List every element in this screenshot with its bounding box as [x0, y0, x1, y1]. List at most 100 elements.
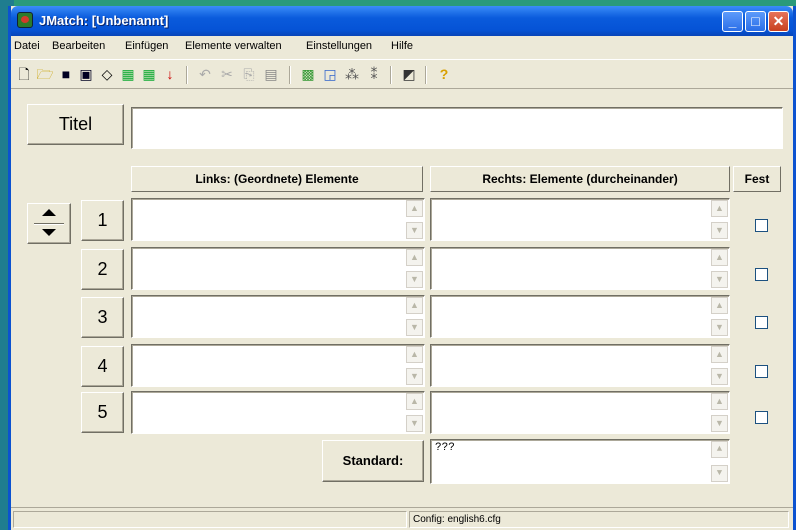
scroll-down-icon[interactable]: ▼: [711, 465, 728, 482]
left-item-input[interactable]: ▲ ▼: [131, 247, 425, 290]
left-item-input[interactable]: ▲ ▼: [131, 344, 425, 387]
scrollbar[interactable]: ▲ ▼: [406, 346, 423, 385]
row-number-button[interactable]: 2: [81, 249, 124, 290]
menu-hilfe[interactable]: Hilfe: [391, 40, 413, 52]
menu-bearbeiten[interactable]: Bearbeiten: [52, 40, 105, 52]
left-item-input[interactable]: ▲ ▼: [131, 198, 425, 241]
menu-elemente-verwalten[interactable]: Elemente verwalten: [185, 40, 282, 52]
menu-einfuegen[interactable]: Einfügen: [125, 40, 168, 52]
scroll-down-icon[interactable]: ▼: [711, 319, 728, 336]
scroll-down-icon[interactable]: ▼: [406, 222, 423, 239]
scroll-down-icon[interactable]: ▼: [406, 271, 423, 288]
menu-datei[interactable]: Datei: [14, 40, 40, 52]
row-number-button[interactable]: 1: [81, 200, 124, 241]
scrollbar[interactable]: ▲ ▼: [406, 297, 423, 336]
sort-icon[interactable]: ⁑: [365, 65, 383, 83]
scroll-up-icon[interactable]: ▲: [711, 346, 728, 363]
right-item-input[interactable]: ▲ ▼: [430, 247, 730, 290]
app-icon[interactable]: [17, 12, 33, 28]
help-icon[interactable]: ?: [435, 65, 453, 83]
scroll-up-icon[interactable]: ▲: [711, 441, 728, 458]
fixed-checkbox[interactable]: [755, 365, 768, 378]
menu-einstellungen[interactable]: Einstellungen: [306, 40, 372, 52]
fixed-checkbox[interactable]: [755, 219, 768, 232]
insert-link-icon[interactable]: ◲: [321, 65, 339, 83]
scrollbar[interactable]: ▲ ▼: [711, 249, 728, 288]
scroll-down-icon[interactable]: ▼: [711, 222, 728, 239]
arrow-down-icon[interactable]: [42, 229, 56, 236]
title-input[interactable]: [131, 107, 783, 149]
title-bar[interactable]: JMatch: [Unbenannt] _ □ ✕: [11, 6, 793, 36]
move-up-down-button[interactable]: [27, 203, 71, 244]
right-item-input[interactable]: ▲ ▼: [430, 198, 730, 241]
scroll-up-icon[interactable]: ▲: [406, 346, 423, 363]
cut-icon[interactable]: ✂: [218, 65, 236, 83]
export-html-icon[interactable]: ▦: [119, 65, 137, 83]
standard-input[interactable]: ??? ▲ ▼: [430, 439, 730, 484]
scroll-up-icon[interactable]: ▲: [406, 297, 423, 314]
scroll-up-icon[interactable]: ▲: [711, 249, 728, 266]
scroll-down-icon[interactable]: ▼: [711, 271, 728, 288]
undo-icon[interactable]: ↶: [196, 65, 214, 83]
status-bar: Config: english6.cfg: [11, 507, 793, 530]
scrollbar[interactable]: ▲ ▼: [711, 297, 728, 336]
standard-button[interactable]: Standard:: [322, 440, 424, 482]
menu-bar: Datei Bearbeiten Einfügen Elemente verwa…: [11, 37, 793, 57]
toolbar-separator: [390, 66, 392, 84]
eraser-icon[interactable]: ◇: [98, 65, 116, 83]
scrollbar[interactable]: ▲ ▼: [711, 393, 728, 432]
minimize-button[interactable]: _: [722, 11, 743, 32]
open-folder-icon[interactable]: 🗁: [36, 65, 54, 83]
insert-picture-icon[interactable]: ▩: [299, 65, 317, 83]
scrollbar[interactable]: ▲ ▼: [711, 200, 728, 239]
separator-line: [34, 223, 64, 225]
close-button[interactable]: ✕: [768, 11, 789, 32]
scroll-down-icon[interactable]: ▼: [406, 415, 423, 432]
copy-icon[interactable]: ⎘: [240, 65, 258, 83]
left-item-input[interactable]: ▲ ▼: [131, 295, 425, 338]
row-number-button[interactable]: 4: [81, 346, 124, 387]
scrollbar[interactable]: ▲ ▼: [406, 200, 423, 239]
toolbar-separator: [425, 66, 427, 84]
scroll-up-icon[interactable]: ▲: [406, 249, 423, 266]
scroll-down-icon[interactable]: ▼: [711, 415, 728, 432]
scroll-down-icon[interactable]: ▼: [711, 368, 728, 385]
scroll-up-icon[interactable]: ▲: [406, 393, 423, 410]
save-icon[interactable]: ■: [57, 65, 75, 83]
row-number-button[interactable]: 3: [81, 297, 124, 338]
standard-value: ???: [435, 442, 455, 454]
paste-icon[interactable]: ▤: [262, 65, 280, 83]
new-file-icon[interactable]: 🗋: [15, 65, 33, 83]
scroll-up-icon[interactable]: ▲: [711, 200, 728, 217]
right-item-input[interactable]: ▲ ▼: [430, 295, 730, 338]
right-item-input[interactable]: ▲ ▼: [430, 391, 730, 434]
toolbar-separator: [186, 66, 188, 84]
fixed-checkbox[interactable]: [755, 316, 768, 329]
left-item-input[interactable]: ▲ ▼: [131, 391, 425, 434]
shuffle-icon[interactable]: ⁂: [343, 65, 361, 83]
fixed-checkbox[interactable]: [755, 268, 768, 281]
scrollbar[interactable]: ▲ ▼: [406, 249, 423, 288]
scrollbar[interactable]: ▲ ▼: [406, 393, 423, 432]
scroll-down-icon[interactable]: ▼: [406, 319, 423, 336]
row-number-button[interactable]: 5: [81, 392, 124, 433]
header-right-items: Rechts: Elemente (durcheinander): [430, 166, 730, 192]
save-as-icon[interactable]: ▣: [77, 65, 95, 83]
right-item-input[interactable]: ▲ ▼: [430, 344, 730, 387]
scroll-up-icon[interactable]: ▲: [711, 297, 728, 314]
scroll-up-icon[interactable]: ▲: [406, 200, 423, 217]
export-html6-icon[interactable]: ▦: [140, 65, 158, 83]
view-exercise-icon[interactable]: ◩: [400, 65, 418, 83]
toolbar: 🗋 🗁 ■ ▣ ◇ ▦ ▦ ↓ ↶ ✂ ⎘ ▤ ▩ ◲ ⁂ ⁑ ◩ ?: [11, 59, 793, 89]
title-button[interactable]: Titel: [27, 104, 124, 145]
scrollbar[interactable]: ▲ ▼: [711, 441, 728, 482]
scroll-down-icon[interactable]: ▼: [406, 368, 423, 385]
arrow-up-icon[interactable]: [42, 209, 56, 216]
header-left-items: Links: (Geordnete) Elemente: [131, 166, 423, 192]
maximize-button[interactable]: □: [745, 11, 766, 32]
header-fixed: Fest: [733, 166, 781, 192]
scroll-up-icon[interactable]: ▲: [711, 393, 728, 410]
scrollbar[interactable]: ▲ ▼: [711, 346, 728, 385]
fixed-checkbox[interactable]: [755, 411, 768, 424]
arrow-down-icon[interactable]: ↓: [161, 65, 179, 83]
